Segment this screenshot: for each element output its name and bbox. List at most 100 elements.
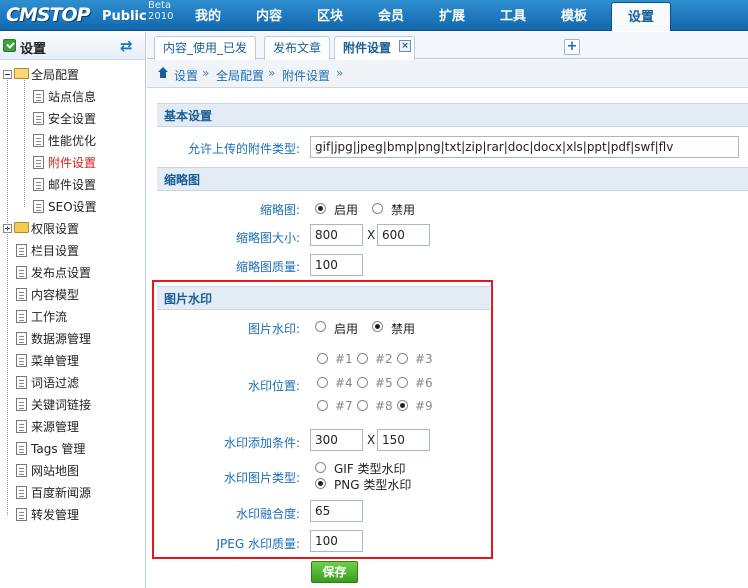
- watermark-condition-width-input[interactable]: 300: [310, 429, 363, 451]
- main-nav-item[interactable]: 我的: [178, 2, 238, 31]
- main-nav-item[interactable]: 内容: [239, 2, 299, 31]
- main-nav-item[interactable]: 工具: [483, 2, 543, 31]
- watermark-condition-label: 水印添加条件:: [223, 436, 300, 450]
- allowed-types-input[interactable]: gif|jpg|jpeg|bmp|png|txt|zip|rar|doc|doc…: [310, 136, 739, 158]
- sidebar-item[interactable]: 数据源管理: [0, 328, 146, 350]
- watermark-position-radio[interactable]: [357, 353, 368, 364]
- sidebar: 设置 ⇄ 全局配置 站点信息 安全设置 性能优化 附件设置 邮件设置 SEO设置 权限设置 栏目…: [0, 32, 146, 588]
- breadcrumb: 设置 » 全局配置 » 附件设置 »: [147, 60, 748, 88]
- thumbnail-quality-input[interactable]: 100: [310, 254, 363, 276]
- sidebar-item[interactable]: 百度新闻源: [0, 482, 146, 504]
- collapse-toggle-icon[interactable]: [3, 39, 16, 52]
- logo-beta: Beta: [148, 0, 172, 11]
- breadcrumb-item[interactable]: 附件设置: [282, 67, 330, 84]
- sidebar-item[interactable]: 词语过滤: [0, 372, 146, 394]
- sidebar-item[interactable]: 发布点设置: [0, 262, 146, 284]
- sidebar-item[interactable]: 关键词链接: [0, 394, 146, 416]
- sidebar-item[interactable]: 权限设置: [0, 218, 146, 240]
- document-icon: [33, 90, 44, 103]
- sidebar-item-label: 转发管理: [31, 508, 80, 522]
- allowed-types-label: 允许上传的附件类型:: [187, 142, 300, 156]
- watermark-position-radio[interactable]: [317, 377, 328, 388]
- watermark-position-radio[interactable]: [317, 353, 328, 364]
- sidebar-item[interactable]: Tags 管理: [0, 438, 146, 460]
- close-icon[interactable]: ×: [399, 40, 411, 52]
- sidebar-item[interactable]: 性能优化: [0, 130, 146, 152]
- sidebar-item[interactable]: 站点信息: [0, 86, 146, 108]
- sidebar-item[interactable]: 栏目设置: [0, 240, 146, 262]
- tab-publish-article[interactable]: 发布文章: [264, 36, 331, 60]
- breadcrumb-item[interactable]: 设置: [174, 67, 198, 84]
- sidebar-item[interactable]: SEO设置: [0, 196, 146, 218]
- section-thumbnail: 缩略图: [157, 167, 748, 191]
- watermark-enable-radio[interactable]: [315, 321, 326, 332]
- watermark-position-label-item: #5: [375, 376, 393, 390]
- watermark-position-radio[interactable]: [317, 400, 328, 411]
- tab-label: 附件设置: [343, 41, 392, 55]
- thumbnail-disable-radio[interactable]: [372, 203, 383, 214]
- watermark-disable-radio[interactable]: [372, 321, 383, 332]
- sidebar-item[interactable]: 附件设置: [0, 152, 146, 174]
- sidebar-item-label: 权限设置: [31, 222, 80, 236]
- sidebar-item-label: 全局配置: [31, 68, 80, 82]
- sidebar-item[interactable]: 全局配置: [0, 64, 146, 86]
- document-icon: [33, 200, 44, 213]
- condition-x-separator: X: [367, 433, 376, 447]
- top-bar: CMSTOP Public Beta 2010 我的 内容 区块 会员 扩展 工具 模板 设置: [0, 0, 748, 31]
- sidebar-item[interactable]: 安全设置: [0, 108, 146, 130]
- watermark-position-radio[interactable]: [397, 400, 408, 411]
- sidebar-item[interactable]: 内容模型: [0, 284, 146, 306]
- sidebar-item[interactable]: 菜单管理: [0, 350, 146, 372]
- main-nav: 我的 内容 区块 会员 扩展 工具 模板 设置: [178, 2, 672, 31]
- document-icon: [16, 508, 27, 521]
- watermark-position-radio[interactable]: [357, 400, 368, 411]
- main-nav-item[interactable]: 设置: [611, 2, 671, 31]
- sidebar-item[interactable]: 来源管理: [0, 416, 146, 438]
- document-icon: [33, 178, 44, 191]
- refresh-icon[interactable]: ⇄: [120, 37, 133, 55]
- sidebar-item-label: 性能优化: [48, 134, 97, 148]
- tab-attachment-settings[interactable]: 附件设置 ×: [334, 36, 415, 60]
- watermark-condition-height-input[interactable]: 150: [377, 429, 430, 451]
- save-button[interactable]: 保存: [311, 561, 358, 583]
- document-icon: [16, 354, 27, 367]
- watermark-position-label-item: #3: [415, 352, 433, 366]
- collapse-icon[interactable]: [3, 70, 12, 79]
- sidebar-item[interactable]: 转发管理: [0, 504, 146, 526]
- watermark-type-png-radio[interactable]: [315, 478, 326, 489]
- sidebar-item-label: 关键词链接: [31, 398, 92, 412]
- add-tab-button[interactable]: +: [564, 39, 580, 55]
- sidebar-item-label: SEO设置: [48, 200, 97, 214]
- section-basic-settings: 基本设置: [157, 103, 748, 127]
- tab-label: 发布文章: [273, 41, 322, 55]
- breadcrumb-separator: »: [202, 66, 210, 80]
- watermark-label: 图片水印:: [247, 322, 300, 336]
- jpeg-quality-input[interactable]: 100: [310, 530, 363, 552]
- thumbnail-enable-radio[interactable]: [315, 203, 326, 214]
- sidebar-item[interactable]: 网站地图: [0, 460, 146, 482]
- main-nav-item[interactable]: 区块: [300, 2, 360, 31]
- watermark-blend-input[interactable]: 65: [310, 500, 363, 522]
- document-icon: [16, 420, 27, 433]
- breadcrumb-separator: »: [336, 66, 344, 80]
- main-nav-item[interactable]: 扩展: [422, 2, 482, 31]
- tab-content-used[interactable]: 内容_使用_已发: [154, 36, 257, 60]
- section-watermark: 图片水印: [157, 286, 490, 310]
- home-icon[interactable]: [157, 67, 169, 79]
- document-icon: [16, 266, 27, 279]
- sidebar-item[interactable]: 工作流: [0, 306, 146, 328]
- watermark-type-gif-radio[interactable]: [315, 462, 326, 473]
- document-icon: [16, 486, 27, 499]
- watermark-position-radio[interactable]: [397, 353, 408, 364]
- watermark-position-radio[interactable]: [397, 377, 408, 388]
- document-icon: [16, 398, 27, 411]
- main-nav-item[interactable]: 会员: [361, 2, 421, 31]
- breadcrumb-item[interactable]: 全局配置: [216, 67, 264, 84]
- watermark-position-label-item: #7: [335, 399, 353, 413]
- breadcrumb-separator: »: [268, 66, 276, 80]
- thumbnail-width-input[interactable]: 800: [310, 224, 363, 246]
- main-nav-item[interactable]: 模板: [544, 2, 604, 31]
- watermark-position-radio[interactable]: [357, 377, 368, 388]
- sidebar-item[interactable]: 邮件设置: [0, 174, 146, 196]
- thumbnail-height-input[interactable]: 600: [377, 224, 430, 246]
